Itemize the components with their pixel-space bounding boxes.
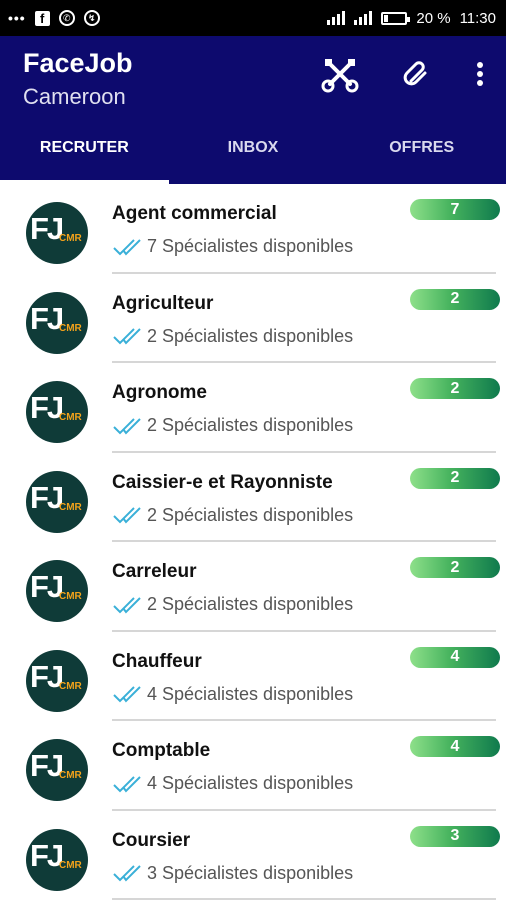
avatar: FJ CMR [26, 202, 88, 264]
whatsapp-icon: ✆ [58, 10, 75, 26]
avatar-initials: FJ [30, 390, 64, 425]
job-availability: 7 Spécialistes disponibles [112, 236, 353, 257]
job-title: Chauffeur [112, 650, 202, 672]
job-availability: 3 Spécialistes disponibles [112, 863, 353, 884]
job-row[interactable]: FJ CMR Chauffeur 4 Spécialistes disponib… [0, 632, 506, 721]
avatar-tag: CMR [59, 680, 82, 692]
avatar-initials: FJ [30, 211, 64, 246]
battery-icon [381, 11, 411, 25]
double-check-icon [113, 238, 141, 256]
avatar-tag: CMR [59, 591, 82, 602]
avatar-initials: FJ [30, 748, 64, 783]
count-badge: 2 [410, 378, 500, 399]
avatar-initials: FJ [30, 658, 64, 694]
avatar-tag: CMR [59, 412, 82, 423]
avatar-tag: CMR [59, 501, 82, 513]
job-availability: 4 Spécialistes disponibles [112, 773, 353, 794]
job-availability: 2 Spécialistes disponibles [112, 594, 353, 615]
count-badge: 2 [410, 288, 500, 310]
avatar: FJ CMR [26, 470, 88, 533]
job-availability-text: 2 Spécialistes disponibles [147, 415, 354, 435]
attachment-icon [403, 61, 427, 86]
tools-button[interactable] [320, 54, 360, 94]
avatar-initials: FJ [30, 300, 64, 336]
status-bar: ••• f ✆ ↯ 20 % 11:30 [0, 0, 506, 36]
job-availability-text: 7 Spécialistes disponibles [147, 236, 354, 256]
job-title: Agent commercial [112, 203, 277, 224]
avatar: FJ CMR [26, 828, 88, 891]
double-check-icon [113, 775, 141, 793]
avatar-initials: FJ [30, 837, 64, 873]
clock: 11:30 [459, 9, 496, 27]
signal-icon [327, 11, 346, 25]
double-check-icon [113, 596, 141, 614]
avatar: FJ CMR [26, 739, 88, 801]
job-availability-text: 2 Spécialistes disponibles [147, 504, 354, 525]
tools-icon [321, 59, 359, 93]
count-badge: 4 [410, 736, 500, 757]
job-title: Agriculteur [112, 292, 214, 314]
job-title: Caissier-e et Rayonniste [112, 471, 333, 493]
job-title: Coursier [112, 829, 191, 851]
job-availability-text: 2 Spécialistes disponibles [147, 325, 354, 346]
avatar-initials: FJ [30, 479, 64, 515]
count-badge: 3 [410, 825, 500, 847]
double-check-icon [113, 328, 141, 345]
job-availability: 2 Spécialistes disponibles [112, 415, 353, 436]
app-actions [320, 54, 488, 94]
double-check-icon [113, 417, 141, 435]
count-badge: 2 [410, 467, 500, 489]
job-row[interactable]: FJ CMR Coursier 3 Spécialistes disponibl… [0, 811, 506, 900]
tab-offres[interactable]: OFFRES [337, 122, 506, 184]
job-title: Carreleur [112, 561, 197, 582]
job-availability: 2 Spécialistes disponibles [112, 505, 353, 526]
job-row[interactable]: FJ CMR Agriculteur 2 Spécialistes dispon… [0, 274, 506, 363]
avatar-tag: CMR [59, 322, 82, 334]
facebook-icon: f [34, 10, 50, 26]
avatar-initials: FJ [30, 569, 64, 604]
job-availability: 2 Spécialistes disponibles [112, 326, 353, 347]
job-availability-text: 2 Spécialistes disponibles [147, 594, 354, 614]
more-button[interactable] [472, 54, 488, 94]
avatar: FJ CMR [26, 560, 88, 622]
battery-level: 20 % [416, 9, 451, 27]
tab-bar: RECRUTER INBOX OFFRES [0, 122, 506, 184]
job-availability-text: 3 Spécialistes disponibles [147, 862, 354, 883]
app-subtitle: Cameroon [23, 84, 126, 109]
avatar: FJ CMR [26, 291, 88, 354]
double-check-icon [113, 865, 141, 882]
job-row[interactable]: FJ CMR Carreleur 2 Spécialistes disponib… [0, 542, 506, 632]
attach-button[interactable] [396, 54, 436, 94]
double-check-icon [113, 686, 141, 703]
data-saver-icon: ↯ [83, 10, 100, 26]
job-list: FJ CMR Agent commercial 7 Spécialistes d… [0, 184, 506, 900]
more-vertical-icon [477, 62, 483, 86]
tab-recruter[interactable]: RECRUTER [0, 122, 169, 184]
avatar-tag: CMR [59, 233, 82, 244]
job-row[interactable]: FJ CMR Agronome 2 Spécialistes disponibl… [0, 363, 506, 453]
app-title: FaceJob [23, 48, 133, 78]
avatar: FJ CMR [26, 381, 88, 443]
job-availability: 4 Spécialistes disponibles [112, 684, 353, 705]
avatar: FJ CMR [26, 649, 88, 712]
double-check-icon [113, 507, 141, 524]
count-badge: 7 [410, 199, 500, 220]
status-system: 20 % 11:30 [327, 10, 496, 27]
avatar-tag: CMR [59, 859, 82, 871]
job-row[interactable]: FJ CMR Agent commercial 7 Spécialistes d… [0, 184, 506, 274]
tab-inbox[interactable]: INBOX [169, 122, 338, 184]
job-row[interactable]: FJ CMR Caissier-e et Rayonniste 2 Spécia… [0, 453, 506, 542]
job-availability-text: 4 Spécialistes disponibles [147, 773, 354, 793]
count-badge: 2 [410, 557, 500, 578]
job-row[interactable]: FJ CMR Comptable 4 Spécialistes disponib… [0, 721, 506, 811]
status-notifications: ••• f ✆ ↯ [8, 10, 100, 26]
more-dots-icon: ••• [8, 10, 26, 26]
job-title: Comptable [112, 740, 211, 761]
signal-icon-2 [354, 11, 373, 25]
job-title: Agronome [112, 382, 207, 403]
job-availability-text: 4 Spécialistes disponibles [147, 683, 354, 704]
count-badge: 4 [410, 646, 500, 668]
app-bar: FaceJob Cameroon RECRUTER INBOX OFFRES [0, 36, 506, 184]
avatar-tag: CMR [59, 770, 82, 781]
